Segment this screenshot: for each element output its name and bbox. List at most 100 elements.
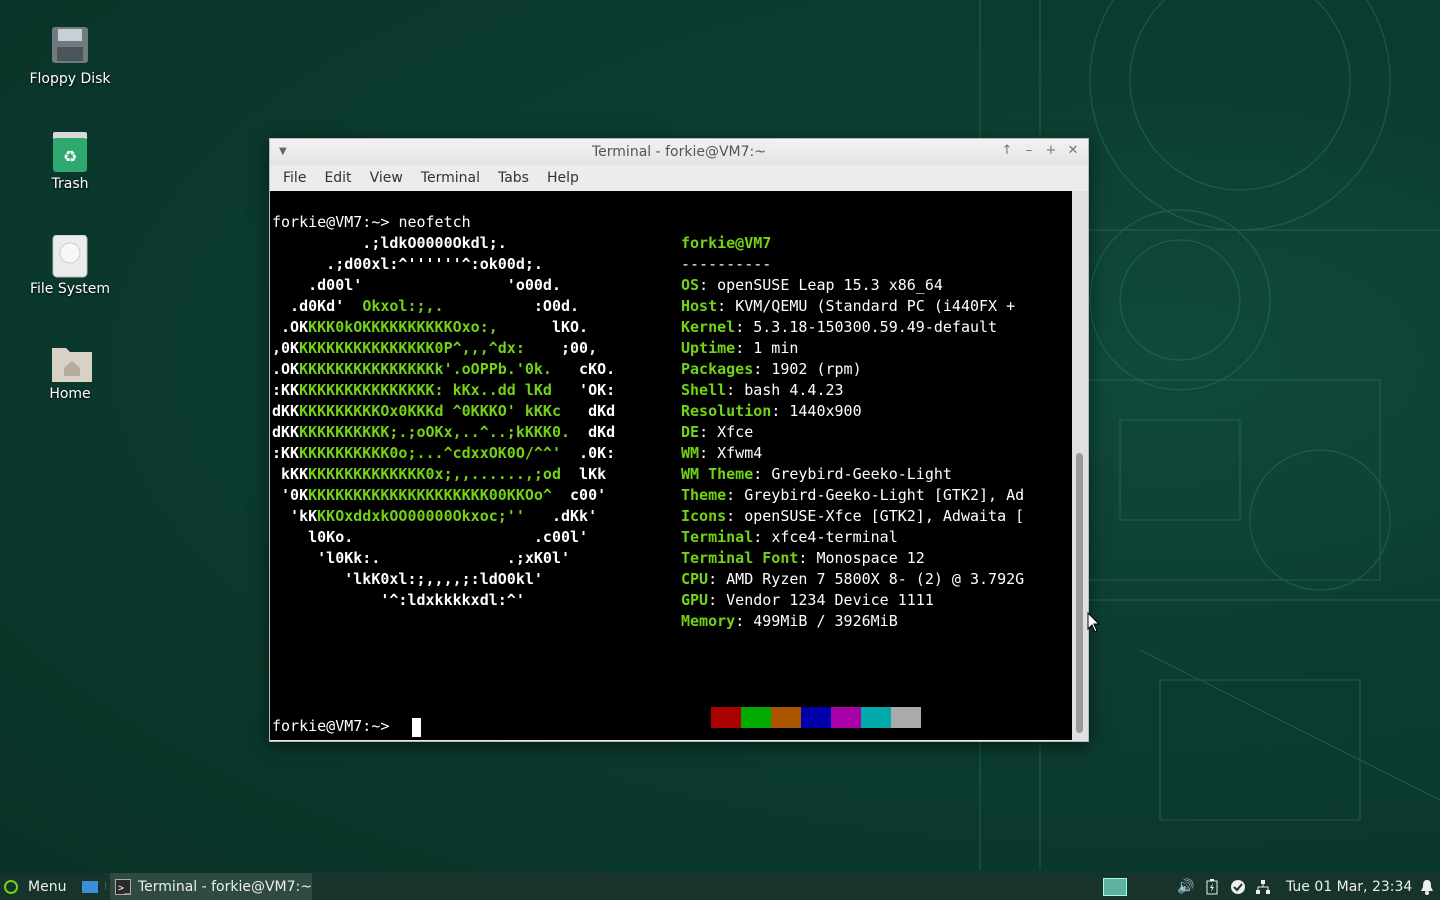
- final-prompt: forkie@VM7:~>: [272, 716, 398, 737]
- scrollbar-thumb[interactable]: [1076, 453, 1083, 733]
- info-line: DE: Xfce: [681, 423, 754, 441]
- info-line: WM: Xfwm4: [681, 444, 763, 462]
- logo-line: .;ldkO0000Okdl;.: [272, 234, 507, 252]
- palette-swatch: [681, 707, 711, 728]
- desktop-icon-trash[interactable]: ♻ Trash: [20, 130, 120, 192]
- menu-label: Menu: [28, 878, 67, 895]
- palette-swatch: [891, 707, 921, 728]
- info-line: Icons: openSUSE-Xfce [GTK2], Adwaita [: [681, 507, 1025, 525]
- terminal-window[interactable]: ▼ Terminal - forkie@VM7:~ ↑ – + ✕ File E…: [269, 138, 1089, 742]
- info-line: Terminal Font: Monospace 12: [681, 549, 925, 567]
- logo-line: 'kKKKOxddxkOO00000Okxoc;'' .dKk': [272, 507, 598, 525]
- info-line: GPU: Vendor 1234 Device 1111: [681, 591, 934, 609]
- command-line: forkie@VM7:~> neofetch: [272, 212, 471, 233]
- prompt: forkie@VM7:~>: [272, 213, 399, 231]
- logo-line: '^:ldxkkkkxdl:^': [272, 591, 525, 609]
- palette-swatch: [771, 707, 801, 728]
- logo-line: .;d00xl:^''''''^:ok00d;.: [272, 255, 543, 273]
- workspace-switcher-icon[interactable]: ⁝: [104, 873, 107, 900]
- logo-line: ,0KKKKKKKKKKKKKKKK0P^,,,^dx: ;00,: [272, 339, 598, 357]
- info-line: Packages: 1902 (rpm): [681, 360, 862, 378]
- info-line: Resolution: 1440x900: [681, 402, 862, 420]
- info-line: Memory: 499MiB / 3926MiB: [681, 612, 898, 630]
- menu-file[interactable]: File: [274, 170, 315, 186]
- menu-terminal[interactable]: Terminal: [412, 170, 489, 186]
- minimize-icon[interactable]: –: [1021, 143, 1037, 158]
- logo-line: .d00l' 'o00d.: [272, 276, 561, 294]
- info-line: CPU: AMD Ryzen 7 5800X 8- (2) @ 3.792G: [681, 570, 1025, 588]
- menu-button[interactable]: Menu: [4, 873, 66, 900]
- notifications-bell-icon[interactable]: [1420, 873, 1434, 900]
- palette-swatch: [831, 707, 861, 728]
- taskbar-task-terminal[interactable]: >_ Terminal - forkie@VM7:~: [110, 873, 312, 900]
- info-line: Theme: Greybird-Geeko-Light [GTK2], Ad: [681, 486, 1025, 504]
- prompt: forkie@VM7:~>: [272, 717, 399, 735]
- logo-line: dKKKKKKKKKKKK;.;oOKx,..^..;kKKK0. dKd: [272, 423, 616, 441]
- volume-icon[interactable]: 🔊: [1177, 873, 1194, 900]
- logo-line: dKKKKKKKKKKKOx0KKKd ^0KKKO' kKKc dKd: [272, 402, 616, 420]
- desktop-icon-label: File System: [29, 281, 111, 297]
- terminal-scrollbar[interactable]: [1072, 191, 1088, 740]
- info-line: Host: KVM/QEMU (Standard PC (i440FX +: [681, 297, 1016, 315]
- mouse-pointer-icon: [1087, 612, 1101, 633]
- taskbar: Menu ⁝ >_ Terminal - forkie@VM7:~ 🔊 Tue …: [0, 873, 1440, 900]
- desktop-icon-label: Home: [49, 386, 91, 402]
- menubar: File Edit View Terminal Tabs Help: [270, 165, 1088, 191]
- info-line: OS: openSUSE Leap 15.3 x86_64: [681, 276, 943, 294]
- logo-line: kKKKKKKKKKKKKKKK0x;,,......,;od lKk: [272, 465, 607, 483]
- text-cursor: [412, 718, 421, 737]
- info-line: WM Theme: Greybird-Geeko-Light: [681, 465, 952, 483]
- palette-swatch: [741, 707, 771, 728]
- logo-line: .OKKKK0kOKKKKKKKKKKOxo:, lKO.: [272, 318, 589, 336]
- palette-swatch: [801, 707, 831, 728]
- battery-icon[interactable]: [1206, 873, 1218, 900]
- hard-drive-icon: [50, 234, 90, 278]
- user-host: forkie@VM7: [681, 234, 772, 252]
- home-folder-icon: [50, 340, 92, 382]
- logo-line: '0KKKKKKKKKKKKKKKKKKKKK00KKOo^ c00': [272, 486, 607, 504]
- menu-tabs[interactable]: Tabs: [489, 170, 538, 186]
- svg-text:>_: >_: [118, 883, 131, 894]
- info-line: Uptime: 1 min: [681, 339, 799, 357]
- logo-line: .d0Kd' Okxol:;,. :O0d.: [272, 297, 580, 315]
- menu-help[interactable]: Help: [538, 170, 588, 186]
- separator: ----------: [681, 255, 772, 273]
- info-line: Kernel: 5.3.18-150300.59.49-default: [681, 318, 998, 336]
- close-icon[interactable]: ✕: [1065, 143, 1081, 158]
- desktop-icon: [82, 880, 98, 893]
- desktop-icon-label: Trash: [51, 176, 89, 192]
- desktop-icon-file-system[interactable]: File System: [20, 234, 120, 297]
- palette-swatch: [861, 707, 891, 728]
- workspace-pager[interactable]: [1103, 873, 1127, 900]
- command: neofetch: [398, 213, 471, 231]
- info-line: Terminal: xfce4-terminal: [681, 528, 898, 546]
- floppy-disk-icon: [50, 25, 90, 65]
- trash-icon: ♻: [50, 130, 90, 172]
- task-label: Terminal - forkie@VM7:~: [138, 878, 312, 895]
- info-line: Shell: bash 4.4.23: [681, 381, 844, 399]
- network-icon[interactable]: [1255, 873, 1271, 900]
- maximize-icon[interactable]: +: [1043, 143, 1059, 158]
- logo-line: :KKKKKKKKKKKKKKKKK: kKx..dd lKd 'OK:: [272, 381, 616, 399]
- desktop-icon-label: Floppy Disk: [29, 71, 111, 87]
- logo-line: .OKKKKKKKKKKKKKKKKk'.oOPPb.'0k. cKO.: [272, 360, 616, 378]
- logo-line: 'lkK0xl:;,,,,;:ldO0kl': [272, 570, 543, 588]
- geeko-icon: [4, 879, 18, 894]
- palette-swatch: [711, 707, 741, 728]
- desktop-icon-home[interactable]: Home: [20, 340, 120, 402]
- updates-check-icon[interactable]: [1230, 873, 1246, 900]
- desktop-icon-floppy-disk[interactable]: Floppy Disk: [20, 25, 120, 87]
- show-desktop-button[interactable]: [82, 873, 98, 900]
- menu-view[interactable]: View: [361, 170, 412, 186]
- terminal-output[interactable]: forkie@VM7:~> neofetch .;ldkO0000Okdl;. …: [270, 191, 1072, 740]
- logo-line: l0Ko. .c00l': [272, 528, 589, 546]
- clock[interactable]: Tue 01 Mar, 23:34: [1286, 873, 1412, 900]
- logo-line: :KKKKKKKKKKKK0o;...^cdxxOK0O/^^' .0K:: [272, 444, 616, 462]
- svg-text:♻: ♻: [63, 147, 77, 166]
- terminal-icon: >_: [115, 878, 131, 895]
- logo-line: 'l0Kk:. .;xK0l': [272, 549, 571, 567]
- menu-edit[interactable]: Edit: [315, 170, 360, 186]
- window-titlebar[interactable]: ▼ Terminal - forkie@VM7:~ ↑ – + ✕: [270, 139, 1088, 165]
- window-title: Terminal - forkie@VM7:~: [592, 144, 766, 160]
- keep-above-icon[interactable]: ↑: [999, 143, 1015, 158]
